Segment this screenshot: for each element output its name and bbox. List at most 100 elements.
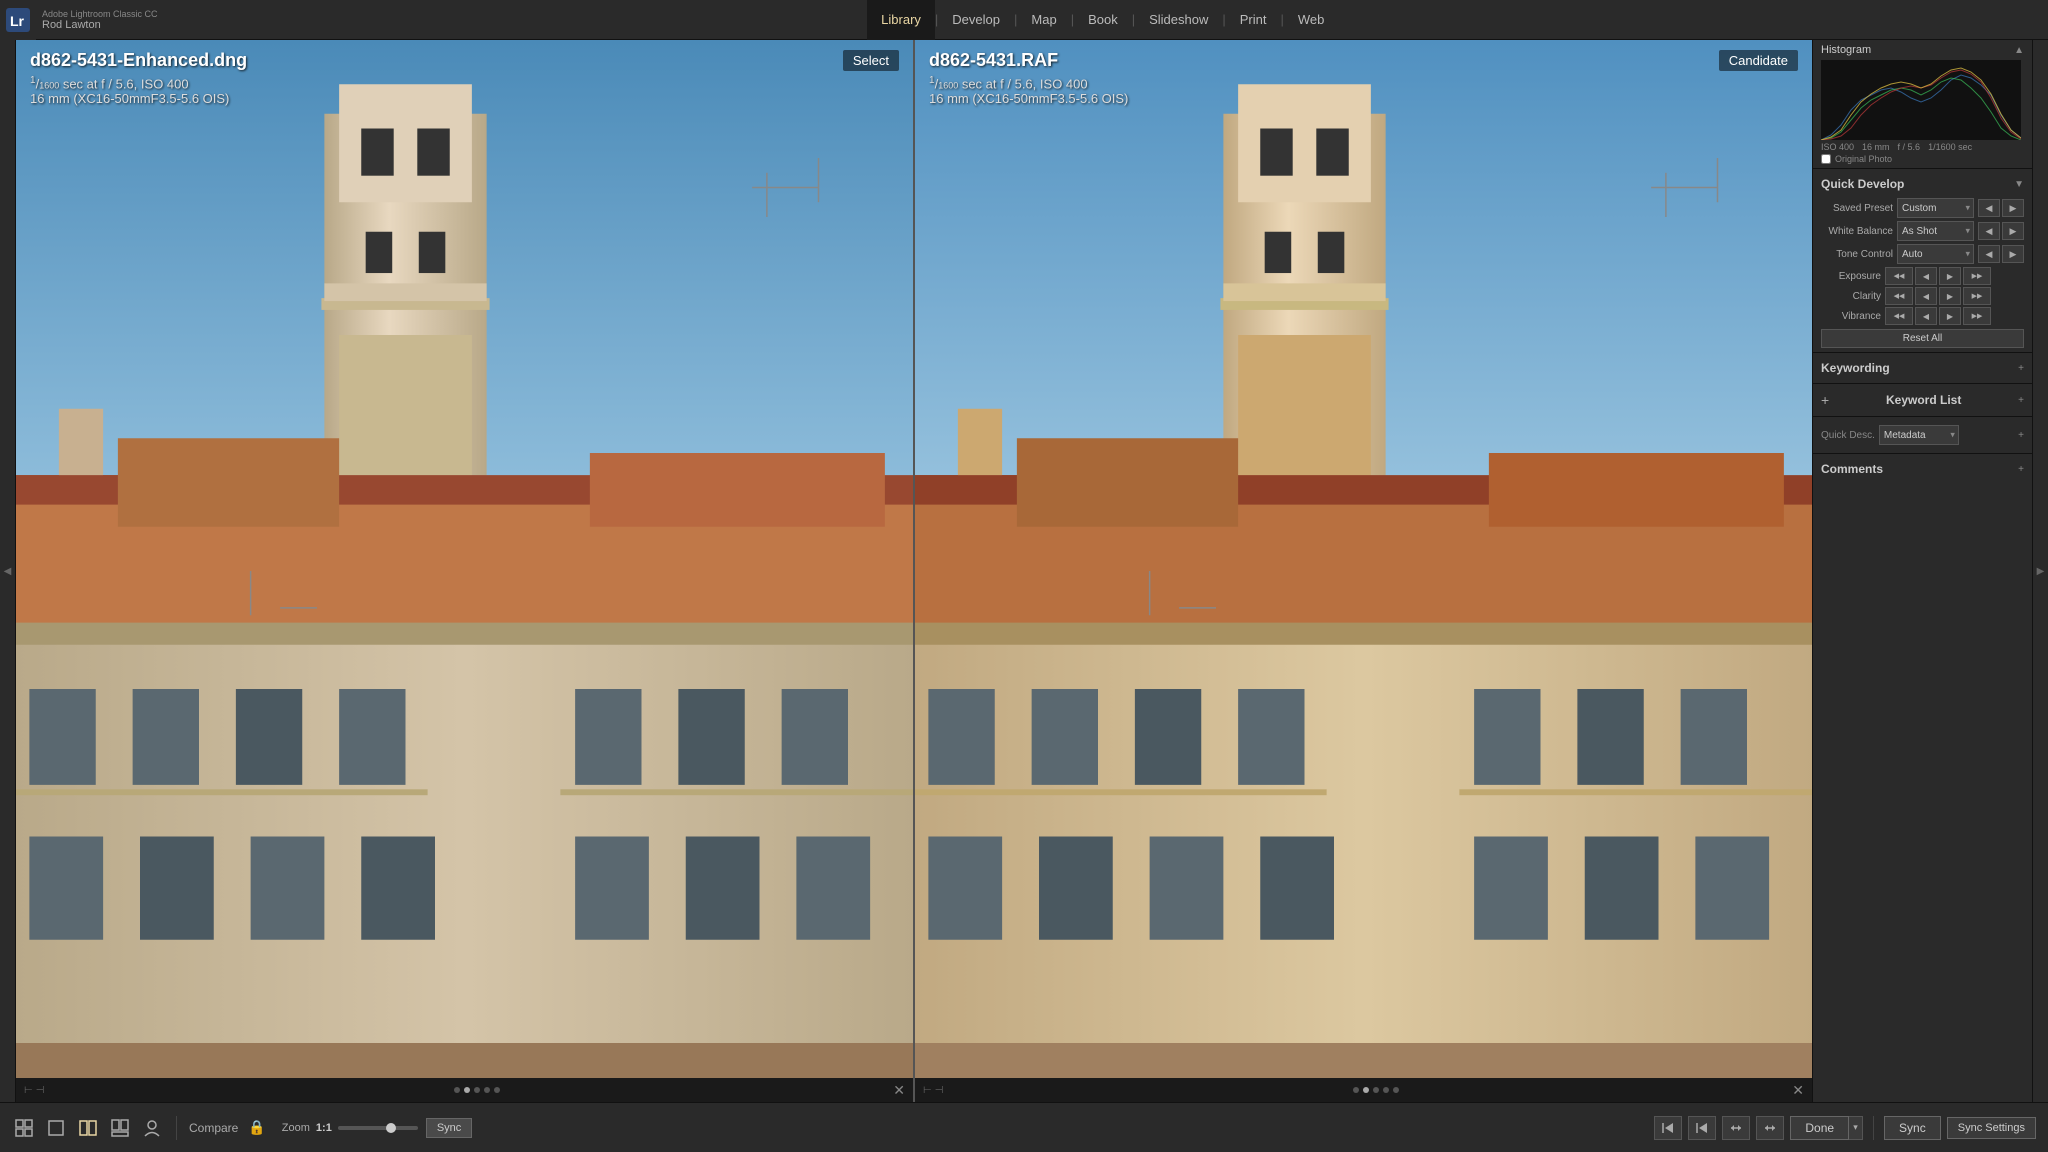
histogram-canvas <box>1821 60 2021 140</box>
bottom-toolbar: Compare 🔒 Zoom 1:1 Sync Done ▾ Sync Sync… <box>0 1102 2048 1152</box>
left-filmbar: ⊢ ⊣ ✕ <box>16 1078 913 1102</box>
clarity-dec[interactable]: ◀ <box>1915 287 1937 305</box>
keyword-list-title: Keyword List <box>1886 393 1961 407</box>
vibrance-dbl-inc[interactable]: ▶▶ <box>1963 307 1991 325</box>
sync-button[interactable]: Sync <box>426 1118 472 1138</box>
swap-button[interactable] <box>1722 1116 1750 1140</box>
quick-develop-arrow: ▼ <box>2014 179 2024 190</box>
nav-book[interactable]: Book <box>1074 0 1132 40</box>
white-balance-next[interactable]: ▶ <box>2002 222 2024 240</box>
left-filename: d862-5431-Enhanced.dng <box>30 50 247 71</box>
nav-web[interactable]: Web <box>1284 0 1339 40</box>
top-bar: Lr Adobe Lightroom Classic CC Rod Lawton… <box>0 0 2048 40</box>
metadata-header[interactable]: Quick Desc. Metadata + <box>1821 421 2024 449</box>
film-dot-5 <box>494 1087 500 1093</box>
reset-all-button[interactable]: Reset All <box>1821 329 2024 348</box>
tone-control-select-wrapper[interactable]: Auto <box>1897 244 1974 264</box>
original-photo-checkbox[interactable] <box>1821 154 1831 164</box>
keyword-plus-icon[interactable]: + <box>1821 392 1829 408</box>
survey-view-icon[interactable] <box>108 1116 132 1140</box>
left-close-icon[interactable]: ✕ <box>893 1082 905 1099</box>
swap-button-2[interactable] <box>1756 1116 1784 1140</box>
original-photo-label: Original Photo <box>1821 154 2024 164</box>
left-meta-shutter: 1/1600 sec at f / 5.6, ISO 400 <box>30 75 247 91</box>
right-filename: d862-5431.RAF <box>929 50 1128 71</box>
metadata-select[interactable]: Metadata <box>1879 425 1959 445</box>
quick-develop-header[interactable]: Quick Develop ▼ <box>1821 173 2024 195</box>
exposure-dbl-dec[interactable]: ◀◀ <box>1885 267 1913 285</box>
film-dot-3 <box>474 1087 480 1093</box>
metadata-select-wrapper[interactable]: Metadata <box>1879 425 1959 445</box>
loupe-view-icon[interactable] <box>44 1116 68 1140</box>
vibrance-dbl-dec[interactable]: ◀◀ <box>1885 307 1913 325</box>
keywording-header[interactable]: Keywording + <box>1821 357 2024 379</box>
exposure-inc[interactable]: ▶ <box>1939 267 1961 285</box>
left-shutter-top: 1 <box>30 75 36 86</box>
right-iso: ISO 400 <box>1040 76 1088 91</box>
saved-preset-select[interactable]: Custom <box>1897 198 1974 218</box>
keywording-arrow: + <box>2018 363 2024 374</box>
white-balance-select[interactable]: As Shot <box>1897 221 1974 241</box>
clarity-inc[interactable]: ▶ <box>1939 287 1961 305</box>
tone-control-prev[interactable]: ◀ <box>1978 245 2000 263</box>
right-photo-info: d862-5431.RAF 1/1600 sec at f / 5.6, ISO… <box>929 50 1128 106</box>
sync-settings-button[interactable]: Sync Settings <box>1947 1117 2036 1139</box>
nav-slideshow[interactable]: Slideshow <box>1135 0 1222 40</box>
nav-print[interactable]: Print <box>1226 0 1281 40</box>
exposure-dbl-inc[interactable]: ▶▶ <box>1963 267 1991 285</box>
film-dot-r4 <box>1383 1087 1389 1093</box>
left-panel-toggle[interactable]: ◀ <box>0 40 16 1102</box>
main-area: ◀ <box>0 40 2048 1102</box>
lock-icon[interactable]: 🔒 <box>248 1119 265 1136</box>
vibrance-inc[interactable]: ▶ <box>1939 307 1961 325</box>
vibrance-dec[interactable]: ◀ <box>1915 307 1937 325</box>
right-photo-label: Candidate <box>1719 50 1798 71</box>
clarity-dbl-dec[interactable]: ◀◀ <box>1885 287 1913 305</box>
saved-preset-select-wrapper[interactable]: Custom <box>1897 198 1974 218</box>
film-dot-2 <box>464 1087 470 1093</box>
histogram-arrow: ▲ <box>2014 45 2024 56</box>
sync-right-button[interactable]: Sync <box>1884 1116 1941 1140</box>
right-photo-panel: d862-5431.RAF 1/1600 sec at f / 5.6, ISO… <box>915 40 1812 1102</box>
zoom-value: 1:1 <box>316 1122 332 1134</box>
comments-header[interactable]: Comments + <box>1821 458 2024 480</box>
lr-logo: Lr <box>0 0 36 40</box>
skip-back-button-2[interactable] <box>1688 1116 1716 1140</box>
saved-preset-next[interactable]: ▶ <box>2002 199 2024 217</box>
histogram-meta: ISO 400 16 mm f / 5.6 1/1600 sec <box>1821 142 2024 152</box>
svg-text:Lr: Lr <box>10 13 25 29</box>
keywording-title: Keywording <box>1821 361 1890 375</box>
saved-preset-prev[interactable]: ◀ <box>1978 199 2000 217</box>
people-view-icon[interactable] <box>140 1116 164 1140</box>
vibrance-btns: ◀◀ ◀ ▶ ▶▶ <box>1885 307 1991 325</box>
clarity-dbl-inc[interactable]: ▶▶ <box>1963 287 1991 305</box>
quick-develop-section: Quick Develop ▼ Saved Preset Custom ◀ ▶ … <box>1813 169 2032 353</box>
compare-view-icon[interactable] <box>76 1116 100 1140</box>
done-button[interactable]: Done <box>1790 1116 1849 1140</box>
left-aperture: f / 5.6 <box>101 76 134 91</box>
nav-library[interactable]: Library <box>867 0 935 40</box>
zoom-slider[interactable] <box>338 1126 418 1130</box>
saved-preset-arrows: ◀ ▶ <box>1978 199 2024 217</box>
left-photo-info: d862-5431-Enhanced.dng 1/1600 sec at f /… <box>30 50 247 106</box>
clarity-row: Clarity ◀◀ ◀ ▶ ▶▶ <box>1821 287 2024 305</box>
metadata-row: Quick Desc. Metadata <box>1821 425 1959 445</box>
tone-control-select[interactable]: Auto <box>1897 244 1974 264</box>
metadata-section: Quick Desc. Metadata + <box>1813 417 2032 454</box>
done-dropdown[interactable]: ▾ <box>1849 1116 1863 1140</box>
exposure-dec[interactable]: ◀ <box>1915 267 1937 285</box>
nav-develop[interactable]: Develop <box>938 0 1014 40</box>
grid-view-icon[interactable] <box>12 1116 36 1140</box>
film-dot-4 <box>484 1087 490 1093</box>
tone-control-label: Tone Control <box>1821 249 1893 260</box>
right-close-icon[interactable]: ✕ <box>1792 1082 1804 1099</box>
white-balance-prev[interactable]: ◀ <box>1978 222 2000 240</box>
film-dot-1 <box>454 1087 460 1093</box>
nav-map[interactable]: Map <box>1017 0 1070 40</box>
skip-back-button[interactable] <box>1654 1116 1682 1140</box>
zoom-thumb[interactable] <box>386 1123 396 1133</box>
white-balance-select-wrapper[interactable]: As Shot <box>1897 221 1974 241</box>
left-photo-label: Select <box>843 50 899 71</box>
right-panel-toggle[interactable]: ▶ <box>2032 40 2048 1102</box>
tone-control-next[interactable]: ▶ <box>2002 245 2024 263</box>
